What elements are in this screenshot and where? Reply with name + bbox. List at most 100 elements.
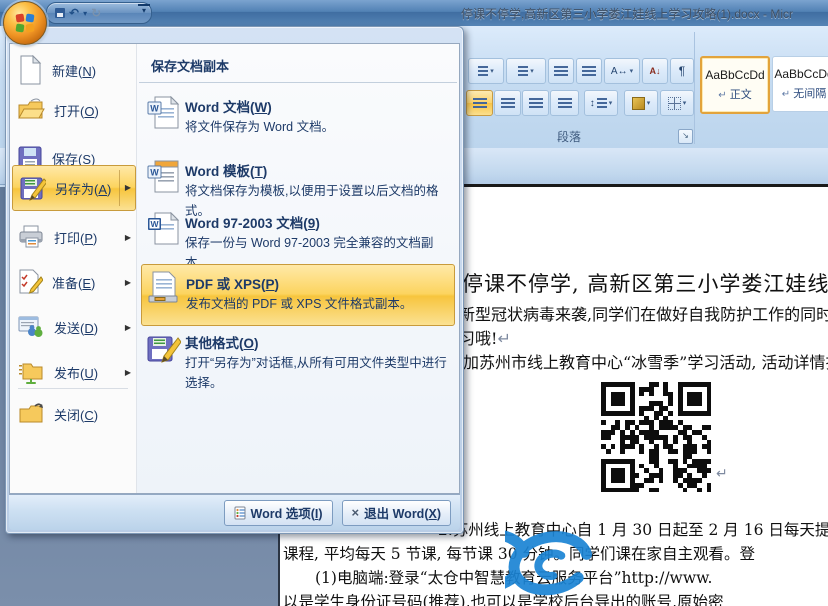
submenu-arrow-icon: ▶ [125, 233, 131, 242]
word-options-button[interactable]: Word 选项(I) [224, 500, 333, 526]
style-sample: AaBbCcDd [774, 67, 828, 81]
menu-item-print[interactable]: 打印(P) ▶ [10, 216, 136, 258]
style-sample: AaBbCcDd [705, 68, 764, 82]
group-separator [694, 32, 695, 144]
style-name: 无间隔 [793, 88, 826, 100]
decrease-indent-button[interactable] [548, 58, 574, 84]
justify-icon [558, 98, 572, 109]
align-right-button[interactable] [522, 90, 549, 116]
sort-button[interactable]: A↓ [642, 58, 668, 84]
exit-word-button[interactable]: × 退出 Word(X) [342, 500, 451, 526]
dropdown-icon: ▾ [647, 99, 651, 107]
printer-icon [17, 224, 45, 250]
decrease-indent-icon [554, 66, 568, 77]
borders-icon [668, 97, 681, 110]
multilevel-list-button[interactable]: ▾ [506, 58, 546, 84]
exit-icon: × [352, 505, 360, 520]
window-title: 停课不停学,高新区第三小学娄江娃线上学习攻略(1).docx - Micr [461, 5, 793, 22]
word-application-window: 停课不停学,高新区第三小学娄江娃线上学习攻略(1).docx - Micr ↶ … [0, 0, 828, 606]
line-spacing-icon: ↕ [590, 98, 595, 109]
shading-button[interactable]: ▾ [624, 90, 658, 116]
align-center-button[interactable] [494, 90, 521, 116]
quick-access-toolbar: ↶ ▾ ↻ [46, 2, 152, 24]
close-folder-icon [17, 401, 45, 427]
submenu-item-word-97-2003[interactable]: W Word 97-2003 文档(9) 保存一份与 Word 97-2003 … [141, 212, 455, 264]
menu-item-save-as[interactable]: 另存为(A) ▶ [12, 165, 136, 211]
office-logo-icon [14, 12, 36, 34]
align-right-icon [529, 98, 543, 109]
doc-line: 加苏州市线上教育中心“冰雪季”学习活动, 活动详情扫描二 [463, 349, 828, 373]
style-no-spacing[interactable]: AaBbCcDd ↵ 无间隔 [772, 56, 828, 112]
word-document-icon: W [147, 96, 181, 132]
submenu-item-pdf-xps[interactable]: PDF 或 XPS(P) 发布文档的 PDF 或 XPS 文件格式副本。 [141, 264, 455, 326]
multilevel-list-icon [518, 66, 528, 77]
doc-line: 习哦!↵ [459, 325, 511, 349]
office-menu-left-pane: 新建(N) 打开(O) 保存(S) 另存为(A) ▶ 打印( [10, 44, 137, 493]
dropdown-icon: ▾ [630, 67, 634, 75]
new-document-icon [17, 55, 43, 85]
submenu-arrow-icon: ▶ [125, 368, 131, 377]
word-template-icon: W [147, 160, 181, 196]
office-button[interactable] [3, 1, 47, 45]
paragraph-mark-icon: ↵ [782, 89, 790, 100]
submenu-arrow-icon: ▶ [125, 323, 131, 332]
menu-item-open[interactable]: 打开(O) [10, 89, 136, 131]
dropdown-icon: ▾ [490, 67, 494, 75]
style-name: 正文 [730, 89, 752, 101]
menu-item-send[interactable]: 发送(D) ▶ [10, 306, 136, 348]
menu-separator [18, 388, 128, 389]
qr-code-image [600, 381, 714, 495]
send-icon [17, 314, 45, 340]
open-folder-icon [17, 97, 45, 123]
style-normal[interactable]: AaBbCcDd ↵ 正文 [700, 56, 770, 114]
word-97-2003-icon: W [147, 212, 181, 248]
watermark-logo [505, 528, 597, 606]
office-menu-footer: Word 选项(I) × 退出 Word(X) [9, 494, 460, 530]
save-icon[interactable] [55, 8, 65, 18]
increase-indent-button[interactable] [576, 58, 602, 84]
align-left-button[interactable] [466, 90, 493, 116]
other-formats-icon [147, 332, 181, 366]
lines-icon [597, 98, 607, 109]
office-menu-body: 新建(N) 打开(O) 保存(S) 另存为(A) ▶ 打印( [9, 43, 460, 494]
increase-indent-icon [582, 66, 596, 77]
doc-line: 新型冠状病毒来袭,同学们在做好自我防护工作的同时,可以 [459, 301, 828, 325]
doc-heading: 停课不停学, 高新区第三小学娄江娃线上学 [462, 268, 828, 298]
publish-icon [17, 359, 45, 385]
menu-item-close[interactable]: 关闭(C) [10, 393, 136, 435]
undo-dropdown-icon[interactable]: ▾ [83, 9, 87, 18]
menu-item-publish[interactable]: 发布(U) ▶ [10, 351, 136, 393]
paragraph-mark-icon: ↵ [716, 466, 728, 482]
submenu-header: 保存文档副本 [151, 56, 229, 75]
paragraph-mark-icon: ↵ [497, 329, 510, 348]
submenu-item-other-formats[interactable]: 其他格式(O) 打开“另存为”对话框,从所有可用文件类型中进行选择。 [141, 332, 455, 402]
customize-qat-icon[interactable]: ▾ [138, 4, 150, 20]
word-options-icon [234, 506, 246, 520]
paragraph-dialog-launcher[interactable]: ↘ [678, 129, 693, 144]
sort-icon: A↓ [650, 66, 661, 76]
prepare-icon [17, 269, 43, 295]
character-scaling-button[interactable]: A↔▾ [604, 58, 640, 84]
undo-icon[interactable]: ↶ [69, 7, 79, 19]
menu-item-new[interactable]: 新建(N) [10, 49, 136, 91]
paragraph-mark-icon: ↵ [718, 90, 726, 101]
svg-text:W: W [150, 168, 159, 178]
submenu-arrow-icon: ▶ [119, 170, 131, 206]
submenu-item-word-document[interactable]: W Word 文档(W) 将文件保存为 Word 文档。 [141, 96, 455, 152]
svg-text:W: W [150, 104, 159, 114]
numbered-list-button[interactable]: ▾ [468, 58, 504, 84]
submenu-arrow-icon: ▶ [125, 278, 131, 287]
justify-button[interactable] [550, 90, 579, 116]
shading-icon [632, 97, 645, 110]
paragraph-group-label: 段落 [463, 128, 675, 145]
pdf-xps-icon [147, 271, 181, 307]
save-as-icon [20, 175, 46, 201]
menu-item-prepare[interactable]: 准备(E) ▶ [10, 261, 136, 303]
show-marks-button[interactable]: ¶ [670, 58, 694, 84]
redo-icon[interactable]: ↻ [91, 7, 101, 19]
align-center-icon [501, 98, 515, 109]
dropdown-icon: ▾ [609, 99, 613, 107]
borders-button[interactable]: ▾ [660, 90, 694, 116]
numbered-list-icon [478, 66, 488, 77]
line-spacing-button[interactable]: ↕▾ [584, 90, 618, 116]
